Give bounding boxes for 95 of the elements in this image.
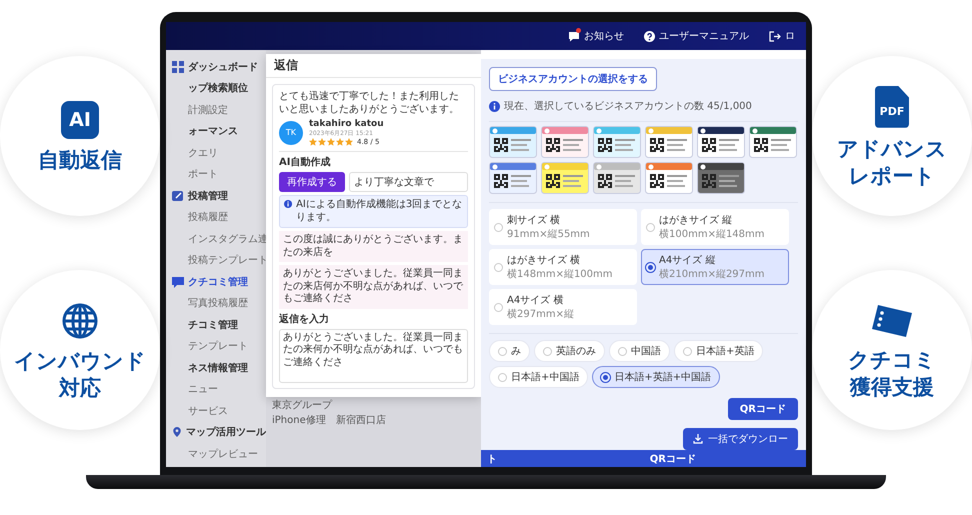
- qr-code-button[interactable]: QRコード: [728, 398, 798, 420]
- download-button[interactable]: 一括でダウンロー: [683, 428, 798, 450]
- option-dimensions: 横100mm×縦148mm: [659, 228, 765, 242]
- download-icon: [693, 434, 703, 444]
- language-option[interactable]: み: [489, 340, 530, 362]
- account-count-text: 現在、選択しているビジネスアカウントの数 45/1,000: [504, 100, 752, 114]
- ai-badge: AI: [61, 101, 99, 140]
- size-option[interactable]: 刺サイズ 横 91mm×縦55mm: [489, 209, 637, 246]
- topbar-button[interactable]: お知らせ: [565, 27, 627, 45]
- nav-item[interactable]: テンプレート: [172, 336, 266, 357]
- size-option[interactable]: A4サイズ 縦 横210mm×縦297mm: [641, 249, 789, 286]
- option-label: はがきサイズ 横: [507, 254, 580, 268]
- nav-item[interactable]: クエリ: [172, 142, 266, 164]
- size-option[interactable]: はがきサイズ 横 横148mm×縦100mm: [489, 249, 637, 286]
- nav-item[interactable]: チコミ管理: [172, 314, 266, 336]
- feature-title: アドバンス レポート: [837, 136, 947, 190]
- nav-item[interactable]: ニュー: [172, 378, 266, 400]
- nav-item[interactable]: ップ検索順位: [172, 78, 266, 99]
- suggested-reply[interactable]: ありがとうございました。従業員一同またの来店何か不明な点があれば、いつでもご連絡くださ: [279, 265, 468, 308]
- template-thumbnail[interactable]: [697, 126, 745, 158]
- size-option[interactable]: はがきサイズ 縦 横100mm×縦148mm: [641, 209, 789, 246]
- option-dimensions: 横210mm×縦297mm: [659, 268, 765, 282]
- tone-field[interactable]: より丁寧な文章で: [349, 172, 468, 192]
- nav-item[interactable]: 投稿履歴: [172, 206, 266, 228]
- radio-button[interactable]: [494, 262, 503, 272]
- language-option[interactable]: 英語のみ: [534, 340, 605, 362]
- nav-item[interactable]: 計測設定: [172, 99, 266, 120]
- radio-button[interactable]: [646, 222, 655, 232]
- regenerate-button[interactable]: 再作成する: [279, 172, 345, 192]
- field-label: AI自動作成: [279, 156, 332, 169]
- nav-item[interactable]: クチコミ管理: [172, 271, 266, 292]
- grid-icon: [172, 60, 184, 73]
- notice-text: AIによる自動作成機能は3回までとなります。: [296, 199, 463, 224]
- store-name: iPhone修理 新宿西口店: [271, 414, 386, 426]
- pin-icon: [172, 426, 182, 438]
- nav-item[interactable]: ネス情報管理: [172, 357, 266, 378]
- nav-item[interactable]: 投稿管理: [172, 185, 266, 206]
- logout-icon: [769, 30, 781, 42]
- template-thumbnail[interactable]: [645, 126, 693, 158]
- topbar-button[interactable]: ユーザーマニュアル: [641, 27, 752, 45]
- nav-item[interactable]: 投稿テンプレート: [172, 250, 266, 271]
- size-option[interactable]: A4サイズ 横 横297mm×縦: [489, 289, 637, 326]
- nav-item[interactable]: ォーマンス: [172, 120, 266, 142]
- template-thumbnail[interactable]: [593, 126, 641, 158]
- chat-icon: [568, 30, 580, 42]
- template-thumbnail[interactable]: [541, 162, 589, 194]
- info-icon: [284, 199, 292, 209]
- nav-item[interactable]: ダッシュボード: [172, 56, 266, 78]
- radio-button[interactable]: [494, 222, 503, 232]
- option-dimensions: 横297mm×縦: [507, 308, 574, 322]
- nav-item[interactable]: 写真投稿履歴: [172, 292, 266, 314]
- select-account-button[interactable]: ビジネスアカウントの選択をする: [489, 67, 657, 92]
- option-label: A4サイズ 縦: [659, 254, 716, 268]
- feature-title: クチコミ 獲得支援: [848, 346, 936, 401]
- review-text: とても迅速で丁寧でした！また利用したいと思いましたありがとうございます。: [279, 90, 460, 116]
- edit-icon: [172, 190, 184, 202]
- avatar: TK: [279, 120, 303, 144]
- language-option[interactable]: 日本語+英語+中国語: [592, 366, 720, 388]
- group-name: 東京グループ: [271, 398, 332, 412]
- radio-button[interactable]: [646, 262, 655, 272]
- feature-title: インバウンド 対応: [14, 348, 146, 402]
- chat-icon: [172, 276, 184, 288]
- option-label: 刺サイズ 横: [507, 214, 560, 228]
- option-label: A4サイズ 横: [507, 294, 564, 308]
- nav-item[interactable]: ポート: [172, 164, 266, 185]
- feature-title: 自動返信: [38, 147, 122, 174]
- nav-item[interactable]: マップ活用ツール: [172, 422, 266, 443]
- bar-label: QRコード: [650, 452, 696, 466]
- bar-label: ト: [487, 452, 497, 466]
- info-icon: [489, 100, 500, 112]
- globe-icon: [61, 302, 99, 340]
- language-option[interactable]: 中国語: [609, 340, 670, 362]
- option-dimensions: 91mm×縦55mm: [507, 228, 590, 242]
- template-thumbnail[interactable]: [489, 162, 537, 194]
- pdf-file-icon: PDF: [875, 86, 909, 128]
- template-thumbnail[interactable]: [593, 162, 641, 194]
- help-icon: [644, 30, 655, 42]
- option-label: はがきサイズ 縦: [659, 214, 732, 228]
- radio-button[interactable]: [494, 302, 503, 312]
- option-dimensions: 横148mm×縦100mm: [507, 268, 613, 282]
- field-label: 返信を入力: [279, 312, 330, 326]
- ticket-icon: [870, 302, 914, 339]
- nav-item[interactable]: マップレビュー: [172, 443, 266, 464]
- template-thumbnail[interactable]: [697, 162, 745, 194]
- template-thumbnail[interactable]: [489, 126, 537, 158]
- reply-field[interactable]: ありがとうございました。従業員一同またの来何か不明な点があれば、いつでもご連絡くださ: [279, 328, 468, 382]
- language-option[interactable]: 日本語+英語: [674, 340, 764, 362]
- language-option[interactable]: 日本語+中国語: [489, 366, 588, 388]
- template-thumbnail[interactable]: [749, 126, 797, 158]
- reviewer-name: takahiro katou: [309, 119, 384, 129]
- nav-item[interactable]: サービス: [172, 400, 266, 422]
- template-thumbnail[interactable]: [541, 126, 589, 158]
- topbar-button[interactable]: ロ: [766, 27, 798, 45]
- template-thumbnail[interactable]: [645, 162, 693, 194]
- suggested-reply[interactable]: この度は誠にありがとうございます。またの来店を: [279, 231, 468, 262]
